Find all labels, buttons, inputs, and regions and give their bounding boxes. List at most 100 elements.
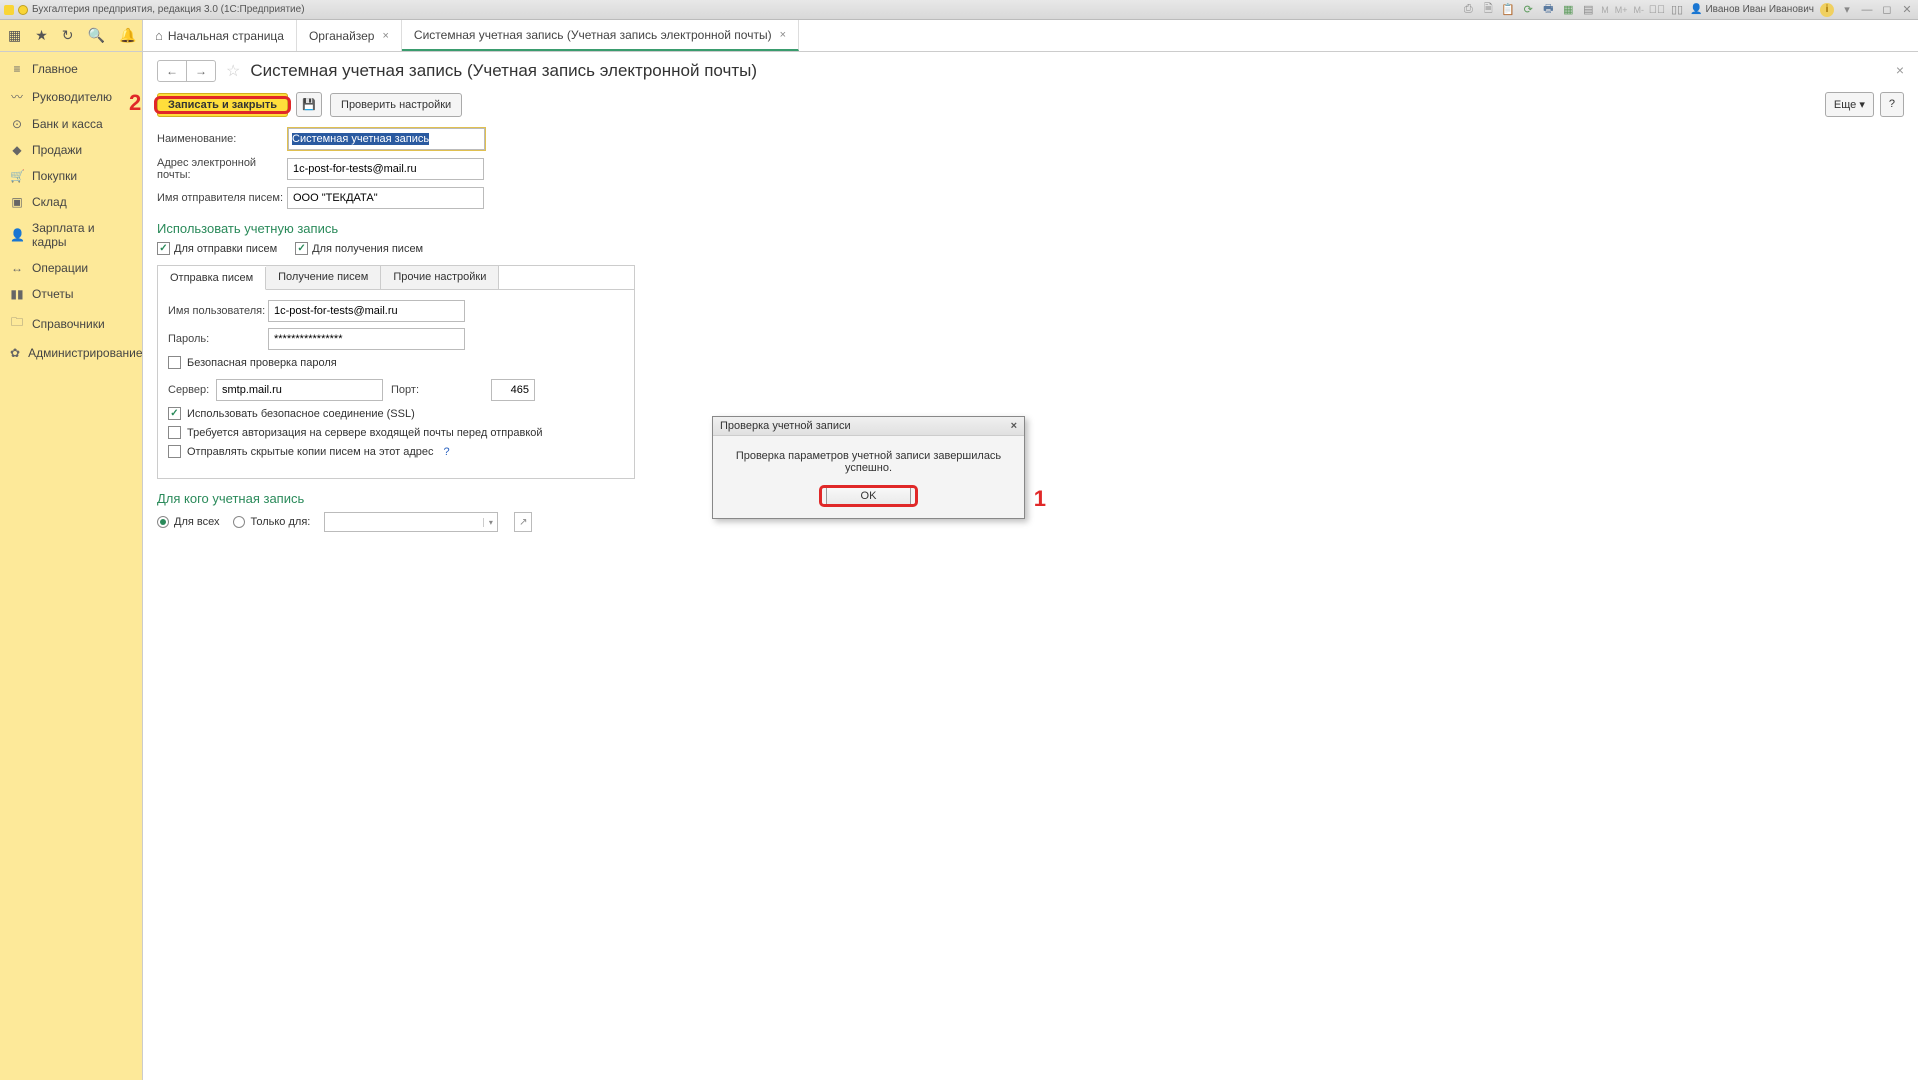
sidebar-item-hr[interactable]: 👤Зарплата и кадры: [0, 215, 142, 255]
close-window-icon[interactable]: ✕: [1900, 3, 1914, 17]
globe-icon[interactable]: ⟳: [1521, 3, 1535, 17]
dialog-close-icon[interactable]: ×: [1011, 420, 1017, 432]
server-input[interactable]: [216, 379, 383, 401]
calendar-icon[interactable]: ▦: [1561, 3, 1575, 17]
for-send-checkbox[interactable]: [157, 242, 170, 255]
bars-icon: ▮▮: [10, 287, 24, 301]
for-all-radio[interactable]: [157, 516, 169, 528]
combo-open-icon[interactable]: ↗: [514, 512, 532, 532]
sidebar-item-label: Зарплата и кадры: [32, 221, 132, 249]
user-label[interactable]: 👤Иванов Иван Иванович: [1690, 4, 1814, 15]
sidebar-item-bank[interactable]: ⊙Банк и касса: [0, 111, 142, 137]
sidebar-item-main[interactable]: ≡Главное: [0, 56, 142, 82]
help-button[interactable]: ?: [1880, 92, 1904, 117]
check-settings-button[interactable]: Проверить настройки: [330, 93, 462, 117]
save-icon[interactable]: 🗎: [1481, 3, 1495, 17]
smtp-pass-input[interactable]: [268, 328, 465, 350]
page-close-icon[interactable]: ×: [1896, 62, 1904, 78]
for-all-label: Для всех: [174, 516, 219, 528]
info-icon[interactable]: i: [1820, 3, 1834, 17]
email-label: Адрес электронной почты:: [157, 157, 287, 181]
sidebar-item-purchases[interactable]: 🛒Покупки: [0, 163, 142, 189]
sidebar-item-sales[interactable]: ◆Продажи: [0, 137, 142, 163]
sidebar-item-label: Продажи: [32, 143, 82, 157]
apps-icon[interactable]: ▦: [8, 27, 21, 45]
printer-icon[interactable]: 🖶: [1541, 3, 1555, 17]
port-input[interactable]: [491, 379, 535, 401]
sidebar-item-warehouse[interactable]: ▣Склад: [0, 189, 142, 215]
sender-label: Имя отправителя писем:: [157, 192, 287, 204]
auth-before-checkbox[interactable]: [168, 426, 181, 439]
sidebar-item-label: Покупки: [32, 169, 77, 183]
tab-organizer-label: Органайзер: [309, 29, 375, 43]
tab-home[interactable]: ⌂ Начальная страница: [143, 20, 297, 51]
tab-other[interactable]: Прочие настройки: [381, 266, 499, 289]
page-title: Системная учетная запись (Учетная запись…: [250, 61, 757, 81]
tab-close-icon[interactable]: ×: [780, 29, 786, 41]
sidebar-item-label: Склад: [32, 195, 67, 209]
ok-button[interactable]: OK: [826, 485, 912, 507]
star-icon[interactable]: ★: [35, 27, 48, 45]
save-close-button[interactable]: Записать и закрыть: [157, 93, 288, 117]
server-label: Сервер:: [168, 384, 216, 396]
only-for-combo[interactable]: ▾: [324, 512, 498, 532]
user-name: Иванов Иван Иванович: [1705, 4, 1814, 15]
smtp-user-label: Имя пользователя:: [168, 305, 268, 317]
app-dropdown-icon[interactable]: [18, 5, 28, 15]
tab-close-icon[interactable]: ×: [382, 30, 388, 42]
calc-icon[interactable]: ▤: [1581, 3, 1595, 17]
minimize-icon[interactable]: —: [1860, 3, 1874, 17]
safe-check-checkbox[interactable]: [168, 356, 181, 369]
tab-send[interactable]: Отправка писем: [158, 267, 266, 290]
m-minus-label[interactable]: M-: [1634, 5, 1645, 15]
tab-recv[interactable]: Получение писем: [266, 266, 381, 289]
sidebar-item-operations[interactable]: ↔Операции: [0, 255, 142, 281]
send-panel: Имя пользователя: Пароль: Безопасная про…: [157, 289, 635, 479]
info-dropdown-icon[interactable]: ▾: [1840, 3, 1854, 17]
who-heading: Для кого учетная запись: [157, 491, 1904, 506]
sidebar-item-label: Операции: [32, 261, 88, 275]
history-icon[interactable]: ↻: [62, 27, 74, 45]
zoom-icon[interactable]: ◻⃝: [1650, 3, 1664, 17]
use-account-heading: Использовать учетную запись: [157, 221, 1904, 236]
print-icon[interactable]: ⎙: [1461, 3, 1475, 17]
combo-dropdown-icon[interactable]: ▾: [483, 518, 497, 527]
m-label[interactable]: M: [1601, 5, 1609, 15]
dialog-title: Проверка учетной записи: [720, 420, 851, 432]
nav-buttons: ← →: [157, 60, 216, 82]
tab-home-label: Начальная страница: [168, 29, 284, 43]
sidebar-item-reports[interactable]: ▮▮ Отчеты: [0, 281, 142, 307]
bcc-checkbox[interactable]: [168, 445, 181, 458]
help-icon[interactable]: ?: [444, 446, 450, 458]
email-input[interactable]: [287, 158, 484, 180]
smtp-user-input[interactable]: [268, 300, 465, 322]
maximize-icon[interactable]: ◻: [1880, 3, 1894, 17]
only-for-radio[interactable]: [233, 516, 245, 528]
name-input[interactable]: Системная учетная запись: [288, 128, 485, 150]
for-send-label: Для отправки писем: [174, 243, 277, 255]
clipboard-icon[interactable]: 📋: [1501, 3, 1515, 17]
ssl-checkbox[interactable]: [168, 407, 181, 420]
sidebar: ≡Главное 〰Руководителю ⊙Банк и касса ◆Пр…: [0, 52, 143, 1080]
tab-system-account[interactable]: Системная учетная запись (Учетная запись…: [402, 20, 799, 51]
search-icon[interactable]: 🔍: [88, 27, 105, 45]
save-button[interactable]: 💾: [296, 92, 322, 117]
for-recv-checkbox[interactable]: [295, 242, 308, 255]
gear-icon: ✿: [10, 346, 20, 360]
tab-organizer[interactable]: Органайзер ×: [297, 20, 402, 51]
m-plus-label[interactable]: M+: [1615, 5, 1628, 15]
forward-button[interactable]: →: [187, 61, 215, 81]
bcc-label: Отправлять скрытые копии писем на этот а…: [187, 446, 434, 458]
sender-input[interactable]: [287, 187, 484, 209]
more-button[interactable]: Еще ▾: [1825, 92, 1874, 117]
sidebar-item-catalogs[interactable]: 🗀Справочники: [0, 307, 142, 340]
back-button[interactable]: ←: [158, 61, 187, 81]
only-for-input[interactable]: [325, 513, 483, 531]
sidebar-item-label: Справочники: [32, 317, 105, 331]
panels-icon[interactable]: ▯▯: [1670, 3, 1684, 17]
sidebar-item-label: Отчеты: [32, 287, 73, 301]
sidebar-item-admin[interactable]: ✿Администрирование: [0, 340, 142, 366]
favorite-icon[interactable]: ☆: [226, 61, 240, 81]
bell-icon[interactable]: 🔔: [119, 27, 136, 45]
sidebar-item-manager[interactable]: 〰Руководителю: [0, 82, 142, 111]
